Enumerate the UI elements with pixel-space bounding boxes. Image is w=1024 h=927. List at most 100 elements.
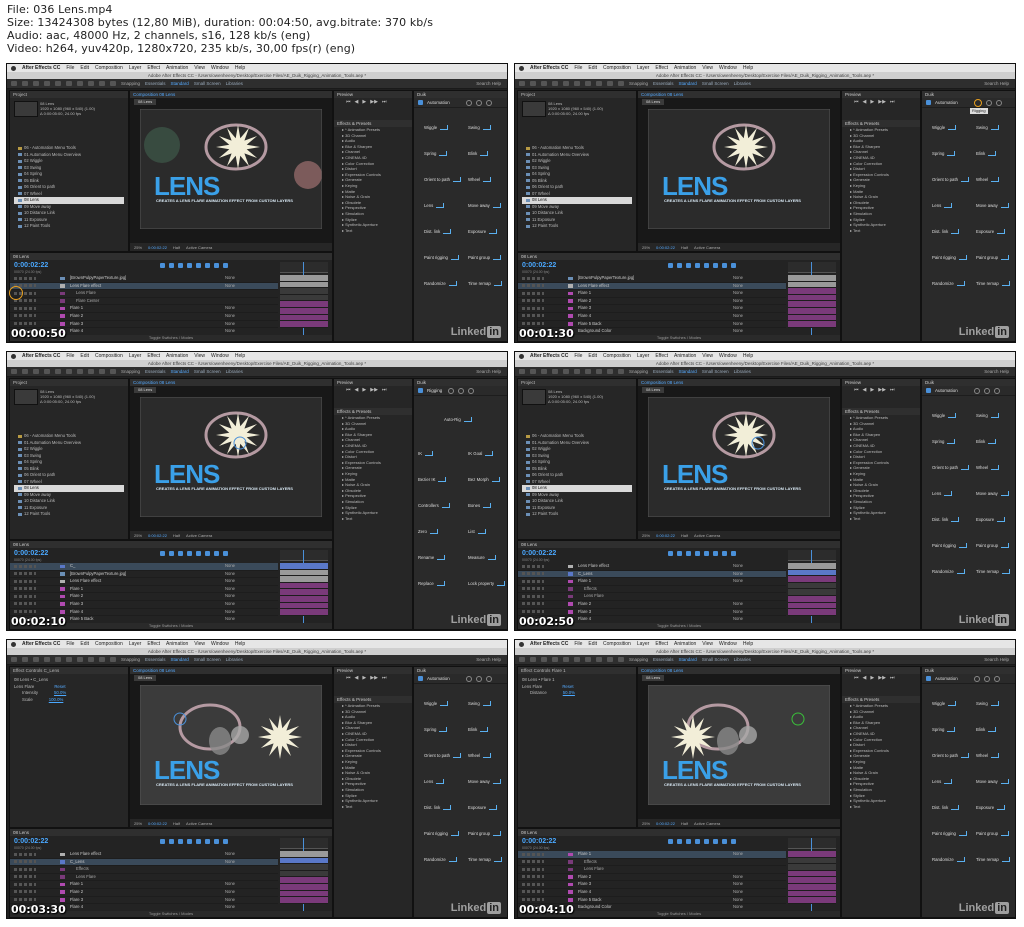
menu-window[interactable]: Window: [719, 65, 737, 71]
timeline-tab[interactable]: 08 Lens: [518, 829, 840, 836]
tool-icon[interactable]: [77, 81, 83, 86]
menu-effect[interactable]: Effect: [147, 641, 160, 647]
tool-icon[interactable]: [55, 369, 61, 374]
camera-select[interactable]: Active Camera: [694, 533, 720, 538]
layer-row[interactable]: Lens Flare effect None: [10, 282, 278, 291]
layer-duration-bar[interactable]: [788, 857, 836, 865]
time-ruler[interactable]: [280, 550, 328, 561]
tool-icon[interactable]: [596, 81, 602, 86]
menu-layer[interactable]: Layer: [129, 353, 142, 359]
transport-icon[interactable]: ◀: [863, 387, 867, 393]
preview-tab[interactable]: Preview: [334, 91, 412, 98]
layer-duration-bar[interactable]: [280, 877, 328, 884]
layer-duration-bar[interactable]: [280, 314, 328, 322]
menu-layer[interactable]: Layer: [637, 65, 650, 71]
tool-icon[interactable]: [110, 81, 116, 86]
snapping-label[interactable]: Snapping: [121, 369, 140, 374]
layer-row[interactable]: Flare 2 None: [518, 298, 786, 306]
duik-tool-button[interactable]: Paint group: [468, 829, 501, 838]
project-item[interactable]: 12 Paint Tools: [522, 511, 632, 518]
menu-animation[interactable]: Animation: [674, 65, 696, 71]
layer-row[interactable]: Flare 4 None: [518, 313, 786, 321]
timeline-timecode[interactable]: 0:00:02:22: [14, 550, 48, 557]
tool-icon[interactable]: [563, 369, 569, 374]
layer-switches[interactable]: [14, 890, 36, 894]
transport-icon[interactable]: ▶: [870, 675, 874, 681]
layer-parent[interactable]: None: [225, 313, 235, 320]
workspace-tab[interactable]: Standard: [679, 369, 697, 374]
layer-parent[interactable]: None: [225, 851, 235, 858]
effects-category[interactable]: ▸ Text: [842, 228, 920, 234]
layer-duration-bar[interactable]: [280, 569, 328, 577]
duik-tool-button[interactable]: Orient to path: [932, 751, 970, 760]
comp-viewer[interactable]: LENS CREATES A LENS FLARE ANIMATION EFFEC…: [140, 685, 322, 805]
composition-tab[interactable]: Composition 08 Lens: [638, 379, 840, 386]
duik-tool-button[interactable]: Paint rigging: [932, 253, 967, 262]
layer-row[interactable]: Effects: [518, 586, 786, 594]
layer-duration-bar[interactable]: [280, 595, 328, 603]
transport-icon[interactable]: ◀: [355, 99, 359, 105]
effects-category[interactable]: ▸ Text: [842, 804, 920, 810]
layer-switches[interactable]: [14, 314, 36, 318]
apple-icon[interactable]: [11, 353, 16, 359]
duik-tool-button[interactable]: Randomize: [932, 567, 965, 576]
timeline-switch-icon[interactable]: [223, 263, 228, 268]
tool-icon[interactable]: [541, 369, 547, 374]
layer-row[interactable]: Flare 1 None: [518, 290, 786, 298]
layer-parent[interactable]: None: [733, 313, 743, 320]
timeline-switch-icon[interactable]: [187, 263, 192, 268]
menu-composition[interactable]: Composition: [95, 641, 123, 647]
search-help-field[interactable]: Search Help: [984, 657, 1009, 662]
menu-view[interactable]: View: [194, 641, 205, 647]
camera-select[interactable]: Active Camera: [694, 245, 720, 250]
tool-icon[interactable]: [66, 81, 72, 86]
search-help-field[interactable]: Search Help: [984, 369, 1009, 374]
layer-duration-bar[interactable]: [788, 589, 836, 596]
timeline-switch-icon[interactable]: [205, 263, 210, 268]
layer-row[interactable]: Flare 4 None: [518, 889, 786, 897]
duik-tool-button[interactable]: Dist. link: [932, 803, 960, 812]
layer-switches[interactable]: [522, 610, 544, 614]
menu-layer[interactable]: Layer: [637, 641, 650, 647]
duik-tool-button[interactable]: Lens: [932, 489, 953, 498]
duik-tool-button[interactable]: Paint group: [468, 253, 501, 262]
search-help-field[interactable]: Search Help: [984, 81, 1009, 86]
layer-parent[interactable]: None: [733, 601, 743, 608]
tool-icon[interactable]: [618, 657, 624, 662]
timeline-switch-icon[interactable]: [196, 839, 201, 844]
layer-color-label[interactable]: [568, 572, 573, 576]
duik-rig-button[interactable]: Controllers: [418, 501, 450, 510]
layer-color-label[interactable]: [60, 291, 65, 296]
viewer-timecode[interactable]: 0:00:02:22: [148, 533, 167, 538]
app-name[interactable]: After Effects CC: [530, 353, 568, 359]
timeline-switch-icon[interactable]: [178, 839, 183, 844]
project-tab[interactable]: Project: [10, 379, 128, 386]
viewer-timecode[interactable]: 0:00:02:22: [656, 533, 675, 538]
effect-controls-tab[interactable]: Effect Controls C_Lens: [10, 667, 128, 674]
timeline-timecode[interactable]: 0:00:02:22: [522, 262, 556, 269]
apple-icon[interactable]: [11, 65, 16, 71]
tool-icon[interactable]: [11, 657, 17, 662]
zoom-level[interactable]: 25%: [134, 245, 142, 250]
reset-link[interactable]: Reset: [54, 684, 65, 689]
layer-row[interactable]: Flare 2 None: [518, 874, 786, 882]
timeline-switch-icon[interactable]: [686, 839, 691, 844]
layer-switches[interactable]: [14, 587, 36, 591]
duik-tool-button[interactable]: Spring: [932, 437, 956, 446]
effect-controls-tab[interactable]: Effect Controls Flare 1: [518, 667, 636, 674]
duik-tool-button[interactable]: Swing: [976, 123, 999, 132]
duik-help-icon[interactable]: [993, 675, 1000, 682]
layer-duration-bar[interactable]: [280, 321, 328, 328]
menu-help[interactable]: Help: [743, 65, 753, 71]
menu-composition[interactable]: Composition: [95, 353, 123, 359]
tool-icon[interactable]: [99, 81, 105, 86]
layer-duration-bar[interactable]: [788, 883, 836, 891]
rigging-mode-icon[interactable]: [973, 387, 980, 394]
transport-icon[interactable]: ▶: [362, 675, 366, 681]
zoom-level[interactable]: 25%: [134, 821, 142, 826]
tool-icon[interactable]: [33, 81, 39, 86]
layer-row[interactable]: Flare 1 None: [10, 586, 278, 594]
layer-row[interactable]: Flare Center: [10, 298, 278, 306]
duik-tool-button[interactable]: Wiggle: [424, 123, 449, 132]
tool-icon[interactable]: [519, 657, 525, 662]
